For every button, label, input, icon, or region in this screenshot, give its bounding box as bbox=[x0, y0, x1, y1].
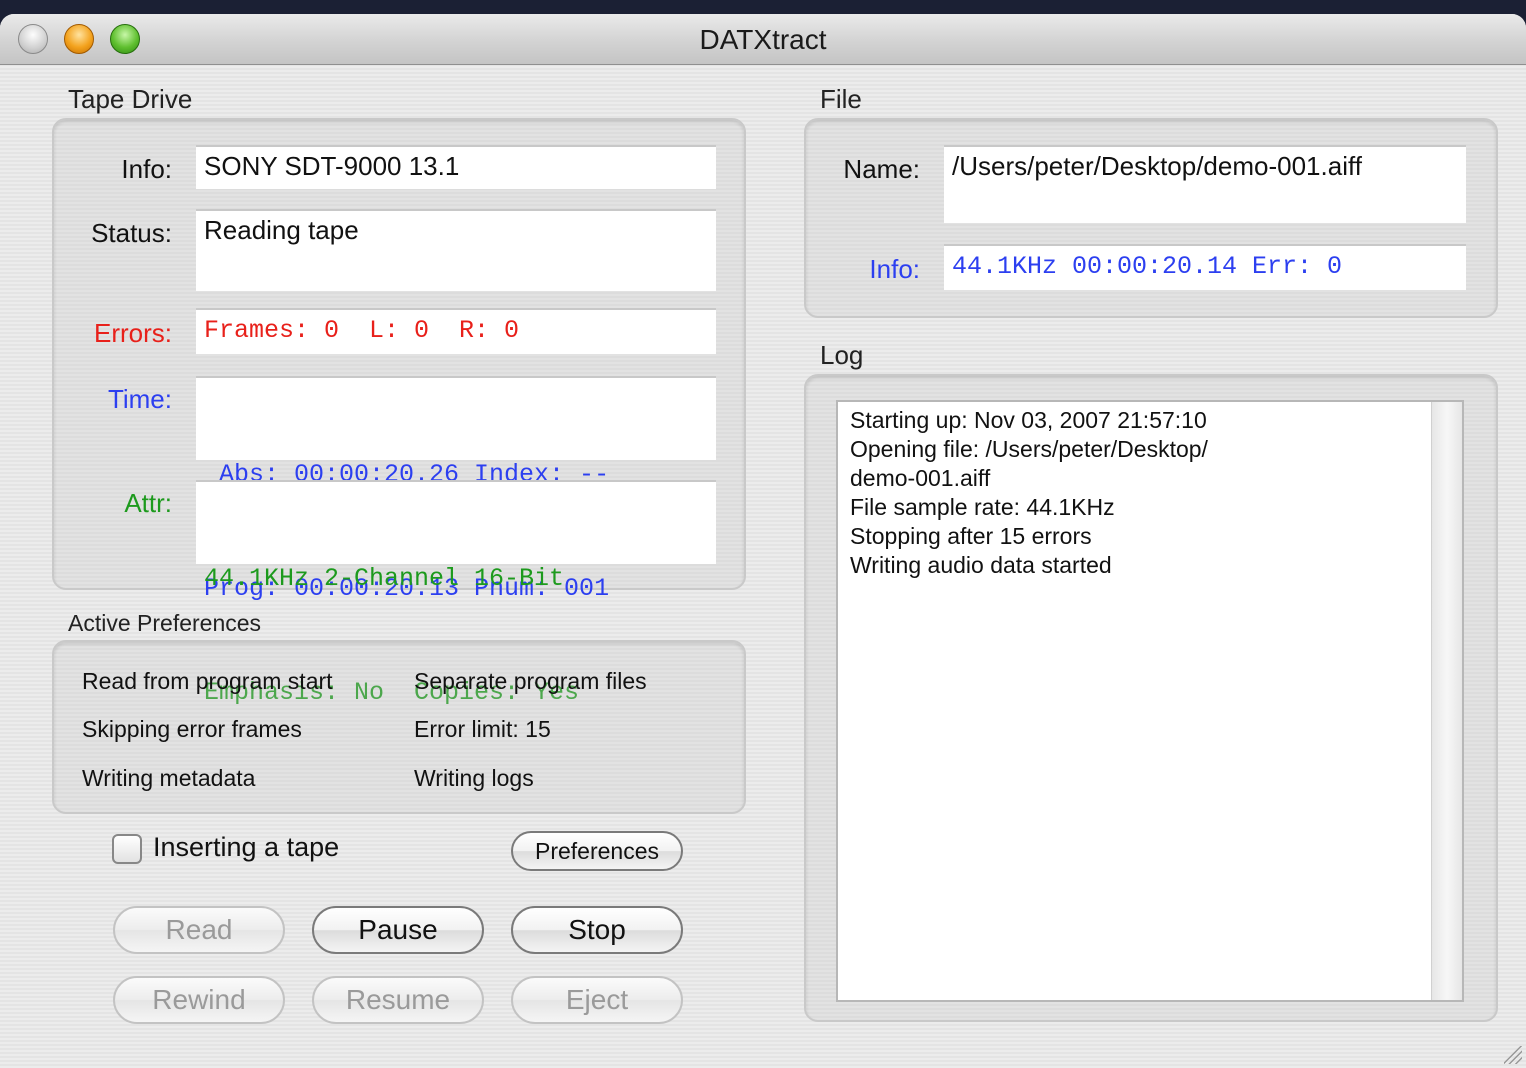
pref-error-limit: Error limit: 15 bbox=[414, 716, 551, 742]
attr-label: Attr: bbox=[124, 488, 172, 518]
tape-status-label: Status: bbox=[91, 218, 172, 248]
attr-field: 44.1KHz 2-Channel 16-Bit Emphasis: No Co… bbox=[196, 480, 716, 707]
pref-writing-logs: Writing logs bbox=[414, 765, 534, 791]
tape-info-field: SONY SDT-9000 13.1 bbox=[196, 145, 716, 189]
log-scrollbar[interactable] bbox=[1431, 402, 1462, 1000]
errors-field: Frames: 0 L: 0 R: 0 bbox=[196, 308, 716, 354]
log-lines: Starting up: Nov 03, 2007 21:57:10 Openi… bbox=[850, 406, 1430, 580]
attr-format-line: 44.1KHz 2-Channel 16-Bit bbox=[204, 564, 565, 593]
tape-status-field: Reading tape bbox=[196, 209, 716, 291]
file-name-label: Name: bbox=[843, 154, 920, 184]
resume-button[interactable]: Resume bbox=[312, 976, 484, 1024]
active-preferences-label: Active Preferences bbox=[68, 610, 262, 636]
file-info-field: 44.1KHz 00:00:20.14 Err: 0 bbox=[944, 244, 1466, 290]
tape-info-label: Info: bbox=[121, 154, 172, 184]
resize-grip-icon[interactable] bbox=[1504, 1046, 1522, 1064]
tape-drive-group-label: Tape Drive bbox=[68, 84, 193, 114]
read-button[interactable]: Read bbox=[113, 906, 285, 954]
log-group-label: Log bbox=[820, 340, 864, 370]
log-line: Stopping after 15 errors bbox=[850, 523, 1092, 549]
file-name-field: /Users/peter/Desktop/demo-001.aiff bbox=[944, 145, 1466, 223]
preferences-button[interactable]: Preferences bbox=[511, 831, 683, 871]
eject-button[interactable]: Eject bbox=[511, 976, 683, 1024]
title-bar[interactable]: DATXtract bbox=[0, 14, 1526, 65]
inserting-tape-checkbox[interactable] bbox=[112, 834, 142, 864]
log-line: Opening file: /Users/peter/Desktop/ bbox=[850, 436, 1208, 462]
log-line: File sample rate: 44.1KHz bbox=[850, 494, 1115, 520]
window-title: DATXtract bbox=[699, 24, 827, 55]
pref-separate-program-files: Separate program files bbox=[414, 668, 647, 694]
inserting-tape-label[interactable]: Inserting a tape bbox=[153, 832, 339, 863]
app-window: DATXtract Tape Drive Info: SONY SDT-9000… bbox=[0, 14, 1526, 1068]
errors-label: Errors: bbox=[94, 318, 172, 348]
stop-button[interactable]: Stop bbox=[511, 906, 683, 954]
time-field: Abs: 00:00:20.26 Index: -- Prog: 00:00:2… bbox=[196, 376, 716, 603]
log-line: Writing audio data started bbox=[850, 552, 1112, 578]
log-line: Starting up: Nov 03, 2007 21:57:10 bbox=[850, 407, 1207, 433]
pref-writing-metadata: Writing metadata bbox=[82, 765, 256, 791]
pref-skipping-error-frames: Skipping error frames bbox=[82, 716, 302, 742]
file-group-label: File bbox=[820, 84, 862, 114]
time-label: Time: bbox=[107, 384, 172, 414]
log-line: demo-001.aiff bbox=[850, 465, 991, 491]
pause-button[interactable]: Pause bbox=[312, 906, 484, 954]
log-text-area[interactable]: Starting up: Nov 03, 2007 21:57:10 Openi… bbox=[836, 400, 1464, 1002]
file-info-label: Info: bbox=[869, 254, 920, 284]
pref-read-from-program-start: Read from program start bbox=[82, 668, 333, 694]
rewind-button[interactable]: Rewind bbox=[113, 976, 285, 1024]
